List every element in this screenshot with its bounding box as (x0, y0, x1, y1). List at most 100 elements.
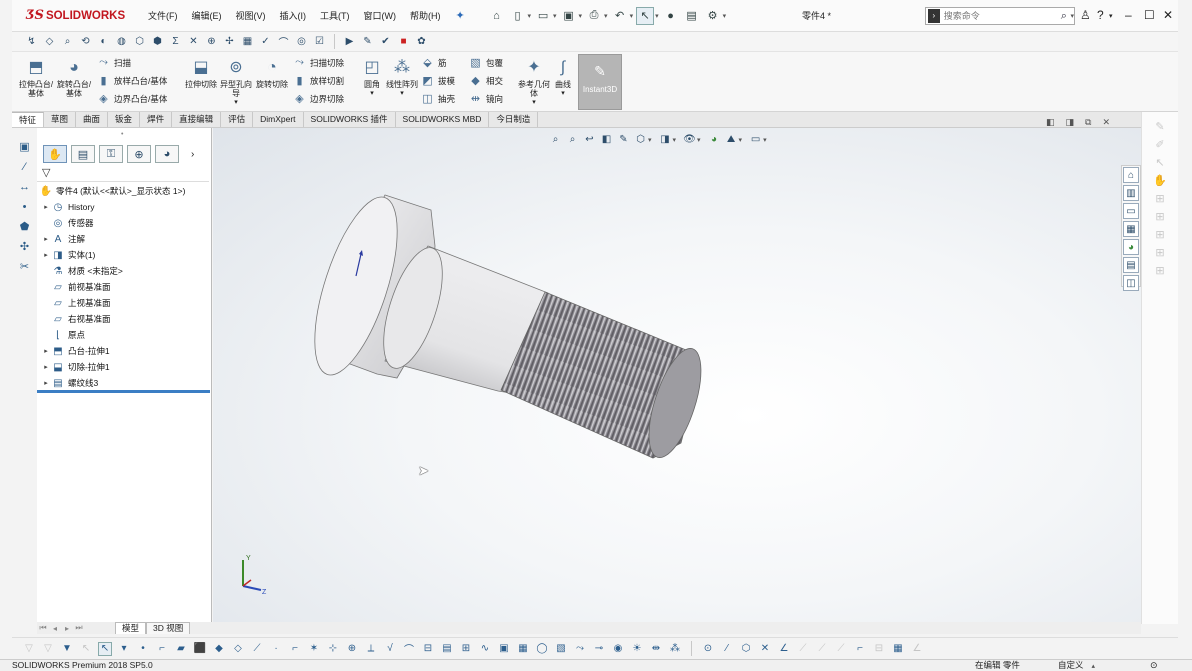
search-input[interactable] (939, 11, 1061, 21)
save-icon[interactable]: ▣ (560, 7, 578, 25)
edit-appearance-icon[interactable]: ◕ (707, 132, 722, 147)
zoom-to-fit-icon[interactable]: ⌕ (548, 132, 563, 147)
draft-button[interactable]: ◩ 拔模 (420, 73, 455, 88)
search-dropdown-icon[interactable]: ▾ (1070, 12, 1074, 20)
linear-pattern-dropdown-icon[interactable]: ▾ (384, 89, 420, 98)
convert-icon[interactable]: ∠ (777, 642, 791, 656)
select-cursor-icon[interactable]: ↖ (636, 6, 655, 25)
units-selector[interactable]: 自定义 ▴ (1058, 660, 1095, 671)
open-dropdown-icon[interactable]: ▾ (553, 12, 557, 20)
boundary-cut-button[interactable]: ◈ 边界切除 (292, 91, 344, 106)
macro-run-icon[interactable]: ▶ (342, 34, 357, 49)
tab-addins[interactable]: SOLIDWORKS 插件 (304, 112, 396, 127)
select-filter-icon[interactable]: ▼ (60, 642, 74, 656)
extrude-cut-button[interactable]: ⬓ 拉伸切除 (183, 56, 219, 106)
loft-boss-button[interactable]: ▮ 放样凸台/基体 (96, 73, 167, 88)
sketch-point-icon[interactable]: ✶ (307, 642, 321, 656)
isolate-icon[interactable]: ◎ (294, 34, 309, 49)
menu-edit[interactable]: 编辑(E) (185, 6, 229, 26)
expand-arrow-icon[interactable]: ▸ (41, 203, 51, 211)
trim-icon[interactable]: ✂ (16, 258, 34, 276)
view-settings-dropdown-icon[interactable]: ▾ (763, 136, 767, 144)
tree-node[interactable]: ▸ ▤ 螺纹线3 (37, 375, 212, 391)
home-icon[interactable]: ⌂ (488, 7, 506, 25)
block-icon[interactable]: ▣ (497, 642, 511, 656)
camera-icon[interactable]: ◉ (611, 642, 625, 656)
menu-file[interactable]: 文件(F) (141, 6, 185, 26)
display-manager-tab-icon[interactable]: ◕ (155, 145, 179, 163)
tree-filter[interactable]: ▽ (37, 166, 209, 182)
dynamic-annotation-icon[interactable]: ✎ (616, 132, 631, 147)
view-palette-icon[interactable]: ▦ (1123, 221, 1139, 237)
sweep-cut-button[interactable]: ⤳ 扫描切除 (292, 55, 344, 70)
tree-node[interactable]: ⚗ 材质 <未指定> (37, 263, 212, 279)
configuration-manager-tab-icon[interactable]: ⚿ (99, 145, 123, 163)
solidworks-logo[interactable]: ƷS SOLIDWORKS (12, 2, 127, 30)
smart-dimension-icon[interactable]: ◇ (42, 34, 57, 49)
tab-sketch[interactable]: 草图 (44, 112, 77, 127)
appearances-icon[interactable]: ◕ (1123, 239, 1139, 255)
check-sketch-icon[interactable]: ☑ (312, 34, 327, 49)
save-dropdown-icon[interactable]: ▾ (579, 12, 583, 20)
search-commands-icon[interactable]: › (928, 9, 940, 23)
revolve-cut-button[interactable]: ◔ 旋转切除 (254, 56, 290, 106)
view-orientation-icon[interactable]: ⬡ (132, 34, 147, 49)
next-tab-icon[interactable]: ▸ (62, 624, 72, 633)
tree-root-part[interactable]: ✋ 零件4 (默认<<默认>_显示状态 1>) (37, 183, 212, 199)
hide-show-items-icon[interactable]: 👁 (682, 132, 697, 147)
vertex-icon[interactable]: ∙ (269, 642, 283, 656)
tree-node[interactable]: ▸ A 注解 (37, 231, 212, 247)
tree-node[interactable]: ▸ ◨ 实体(1) (37, 247, 212, 263)
tab-weldments[interactable]: 焊件 (140, 112, 173, 127)
file-properties-icon[interactable]: ▤ (683, 7, 701, 25)
tab-mbd[interactable]: SOLIDWORKS MBD (396, 112, 490, 127)
close-icon[interactable]: ✕ (1163, 8, 1173, 22)
curvature-icon[interactable]: ⌒ (276, 34, 291, 49)
sketch-segment-icon[interactable]: ⌐ (288, 642, 302, 656)
hole-wizard-dropdown-icon[interactable]: ▾ (218, 98, 254, 107)
smart-dimension-icon[interactable]: ↔ (16, 178, 34, 196)
macro-record-icon[interactable]: ■ (396, 34, 411, 49)
sketch-tool-icon[interactable]: ↯ (24, 34, 39, 49)
tree-node[interactable]: ◎ 传感器 (37, 215, 212, 231)
trim-icon[interactable]: ✕ (758, 642, 772, 656)
midpoint-icon[interactable]: ⊹ (326, 642, 340, 656)
file-explorer-icon[interactable]: ▭ (1123, 203, 1139, 219)
cosmetic-thread-icon[interactable]: ∿ (478, 642, 492, 656)
hide-show-dropdown-icon[interactable]: ▾ (697, 136, 701, 144)
tree-node[interactable]: ⌊ 原点 (37, 327, 212, 343)
plane-icon[interactable]: ◇ (231, 642, 245, 656)
expand-arrow-icon[interactable]: ▸ (41, 251, 51, 259)
line-icon[interactable]: ⁄ (16, 158, 34, 176)
axis-icon[interactable]: ⟋ (250, 642, 264, 656)
curves-dropdown-icon[interactable]: ▾ (545, 89, 581, 98)
expand-arrow-icon[interactable]: ▸ (41, 235, 51, 243)
grid-icon[interactable]: ▦ (891, 642, 905, 656)
route-icon[interactable]: ⤳ (573, 642, 587, 656)
options-gear-icon[interactable]: ⚙ (704, 7, 722, 25)
tab-3d-view[interactable]: 3D 视图 (146, 622, 191, 634)
tab-sheet-metal[interactable]: 钣金 (108, 112, 141, 127)
geometric-tolerance-icon[interactable]: ⊞ (459, 642, 473, 656)
surface-icon[interactable]: ◆ (212, 642, 226, 656)
display-relations-icon[interactable]: ✣ (16, 238, 34, 256)
display-style-icon[interactable]: ⬢ (150, 34, 165, 49)
tree-node[interactable]: ▸ ⬒ 凸台-拉伸1 (37, 343, 212, 359)
center-mark-icon[interactable]: ⊕ (345, 642, 359, 656)
hide-show-icon[interactable]: ✢ (222, 34, 237, 49)
solidworks-forum-icon[interactable]: ◫ (1123, 275, 1139, 291)
tab-evaluate[interactable]: 评估 (221, 112, 254, 127)
instant3d-button[interactable]: ✎ Instant3D (578, 54, 622, 110)
undo-icon[interactable]: ↶ (611, 7, 629, 25)
status-help-icon[interactable]: ⊙ (1150, 660, 1158, 671)
zoom-to-area-icon[interactable]: ⌕ (565, 132, 580, 147)
rotate-view-icon[interactable]: ⟲ (78, 34, 93, 49)
previous-view-icon[interactable]: ↩ (582, 132, 597, 147)
menu-window[interactable]: 窗口(W) (357, 6, 404, 26)
polygon-icon[interactable]: ⬡ (739, 642, 753, 656)
tab-model[interactable]: 模型 (115, 622, 147, 634)
feature-manager-tab-icon[interactable]: ✋ (43, 145, 67, 163)
tab-direct-editing[interactable]: 直接编辑 (172, 112, 222, 127)
mirror-entities-icon[interactable]: ⇹ (649, 642, 663, 656)
hole-wizard-button[interactable]: ⊚ 异型孔向导 ▾ (218, 56, 254, 106)
